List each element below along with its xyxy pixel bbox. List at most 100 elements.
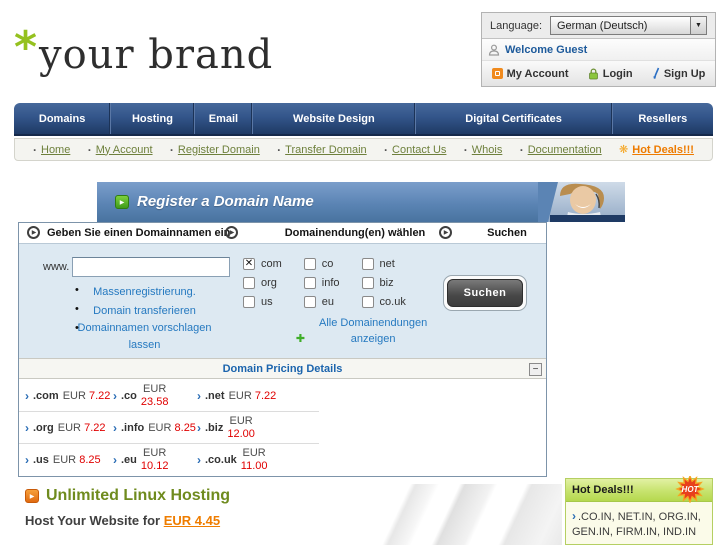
orange-play-icon [25, 489, 39, 503]
lock-icon [588, 68, 598, 79]
price-cell-com[interactable]: .comEUR 7.22 [25, 387, 113, 405]
hot-deals-box: Hot Deals!!! HOT .CO.IN, NET.IN, ORG.IN,… [565, 476, 713, 545]
checkbox-info[interactable] [303, 277, 316, 289]
price-cell-net[interactable]: .netEUR 7.22 [197, 387, 309, 405]
table-row: .usEUR 8.25 .euEUR10.12 .co.ukEUR11.00 [19, 444, 319, 476]
bulk-registration-link[interactable]: Massenregistrierung. [93, 284, 196, 301]
hot-deals-items-link[interactable]: .CO.IN, NET.IN, ORG.IN, GEN.IN, FIRM.IN,… [572, 511, 701, 538]
tld-column: net biz co.uk [361, 258, 406, 308]
table-row: .comEUR 7.22 .coEUR23.58 .netEUR 7.22 [19, 380, 319, 412]
checkbox-couk[interactable] [361, 296, 374, 308]
price-cell-info[interactable]: .infoEUR 8.25 [113, 419, 197, 437]
step-label-enter-domain: Geben Sie einen Domainnamen ein [47, 227, 231, 239]
bullet-icon [75, 301, 79, 318]
hot-deals-title: Hot Deals!!! [572, 484, 634, 496]
step-label-choose-tld: Domainendung(en) wählen [284, 227, 426, 239]
bullet-icon [520, 141, 524, 159]
main-navigation: Domains Hosting Email Website Design Dig… [14, 103, 713, 136]
language-select[interactable]: German (Deutsch) [550, 16, 707, 35]
login-link[interactable]: Login [588, 68, 633, 80]
form-body: www. Massenregistrierung. Domain transfe… [19, 244, 546, 358]
nav-item-website-design[interactable]: Website Design [252, 103, 414, 134]
checkbox-net[interactable] [361, 258, 374, 270]
register-domain-banner: Register a Domain Name [97, 182, 625, 222]
asterisk-logo-icon: * [14, 22, 39, 73]
hot-deals-body: .CO.IN, NET.IN, ORG.IN, GEN.IN, FIRM.IN,… [566, 502, 712, 540]
chevron-down-icon[interactable] [690, 17, 706, 34]
sub-nav-home[interactable]: Home [33, 141, 70, 159]
collapse-button[interactable]: − [529, 363, 542, 376]
svg-text:HOT: HOT [682, 485, 700, 494]
checkbox-us[interactable] [243, 296, 255, 308]
bullet-icon [384, 141, 388, 159]
arrow-icon [25, 387, 29, 405]
nav-item-hosting[interactable]: Hosting [110, 103, 193, 134]
www-label: www. [43, 261, 70, 273]
bullet-icon [75, 282, 79, 299]
suggest-domain-link[interactable]: Domainnamen vorschlagen lassen [65, 320, 225, 354]
hot-deals-header: Hot Deals!!! HOT [566, 476, 712, 503]
sub-nav-hot-deals[interactable]: ❋ Hot Deals!!! [619, 143, 694, 157]
page: *your brand Language: German (Deutsch) W… [0, 0, 727, 545]
tld-checkbox-grid: com org us co info eu net biz co.uk [243, 258, 406, 308]
price-cell-org[interactable]: .orgEUR 7.22 [25, 419, 113, 437]
price-cell-us[interactable]: .usEUR 8.25 [25, 451, 113, 469]
arrow-icon [197, 419, 201, 437]
price-cell-biz[interactable]: .bizEUR12.00 [197, 415, 309, 441]
play-circle-icon [225, 226, 238, 239]
form-steps-header: Geben Sie einen Domainnamen ein Domainen… [19, 223, 546, 244]
sub-nav-documentation[interactable]: Documentation [520, 141, 602, 159]
nav-item-email[interactable]: Email [193, 103, 253, 134]
checkbox-com[interactable] [243, 258, 255, 270]
sub-nav-register-domain[interactable]: Register Domain [170, 141, 260, 159]
domain-option-links: Massenregistrierung. Domain transferiere… [37, 282, 252, 354]
step-label-search: Suchen [487, 227, 527, 239]
arrow-icon [197, 451, 201, 469]
checkbox-co[interactable] [303, 258, 316, 270]
sub-nav-contact-us[interactable]: Contact Us [384, 141, 446, 159]
bullet-icon [464, 141, 468, 159]
arrow-icon [113, 387, 117, 405]
table-row: .orgEUR 7.22 .infoEUR 8.25 .bizEUR12.00 [19, 412, 319, 444]
list-item: Massenregistrierung. [37, 282, 252, 301]
domain-search-box: Geben Sie einen Domainnamen ein Domainen… [18, 222, 547, 477]
hosting-promo-line: Host Your Website for EUR 4.45 [25, 513, 221, 528]
sub-nav-my-account[interactable]: My Account [88, 141, 153, 159]
price-cell-couk[interactable]: .co.ukEUR11.00 [197, 447, 309, 473]
green-play-icon [115, 195, 129, 209]
checkbox-eu[interactable] [303, 296, 316, 308]
my-account-link[interactable]: My Account [491, 68, 569, 80]
nav-item-domains[interactable]: Domains [14, 103, 110, 134]
sub-nav-whois[interactable]: Whois [464, 141, 503, 159]
price-cell-co[interactable]: .coEUR23.58 [113, 383, 197, 409]
arrow-icon [25, 419, 29, 437]
hosting-promo-title[interactable]: Unlimited Linux Hosting [46, 487, 230, 505]
promo-background-graphic [300, 484, 562, 545]
checkbox-biz[interactable] [361, 277, 374, 289]
tld-column: co info eu [303, 258, 340, 308]
nav-item-digital-certificates[interactable]: Digital Certificates [414, 103, 612, 134]
bullet-icon [75, 320, 79, 337]
price-cell-eu[interactable]: .euEUR10.12 [113, 447, 197, 473]
brand-logo: *your brand [14, 22, 273, 78]
bullet-icon [170, 141, 174, 159]
pricing-table: .comEUR 7.22 .coEUR23.58 .netEUR 7.22 .o… [19, 380, 319, 476]
sub-nav-transfer-domain[interactable]: Transfer Domain [277, 141, 367, 159]
bullet-icon [88, 141, 92, 159]
nav-item-resellers[interactable]: Resellers [611, 103, 713, 134]
brand-name: your brand [39, 32, 274, 78]
hosting-price-link[interactable]: EUR 4.45 [164, 513, 220, 528]
search-button[interactable]: Suchen [443, 275, 527, 311]
bullet-icon [277, 141, 281, 159]
sign-up-link[interactable]: Sign Up [652, 67, 705, 80]
show-all-tlds[interactable]: Alle Domainendungen anzeigen [277, 315, 457, 347]
checkbox-org[interactable] [243, 277, 255, 289]
welcome-text: Welcome Guest [505, 43, 588, 56]
play-circle-icon [27, 226, 40, 239]
account-panel: Language: German (Deutsch) Welcome Guest… [481, 12, 716, 87]
pen-icon [653, 67, 660, 79]
bullet-icon [33, 141, 37, 159]
domain-name-input[interactable] [72, 257, 230, 277]
plus-icon [296, 329, 308, 346]
transfer-domain-link[interactable]: Domain transferieren [93, 303, 196, 320]
